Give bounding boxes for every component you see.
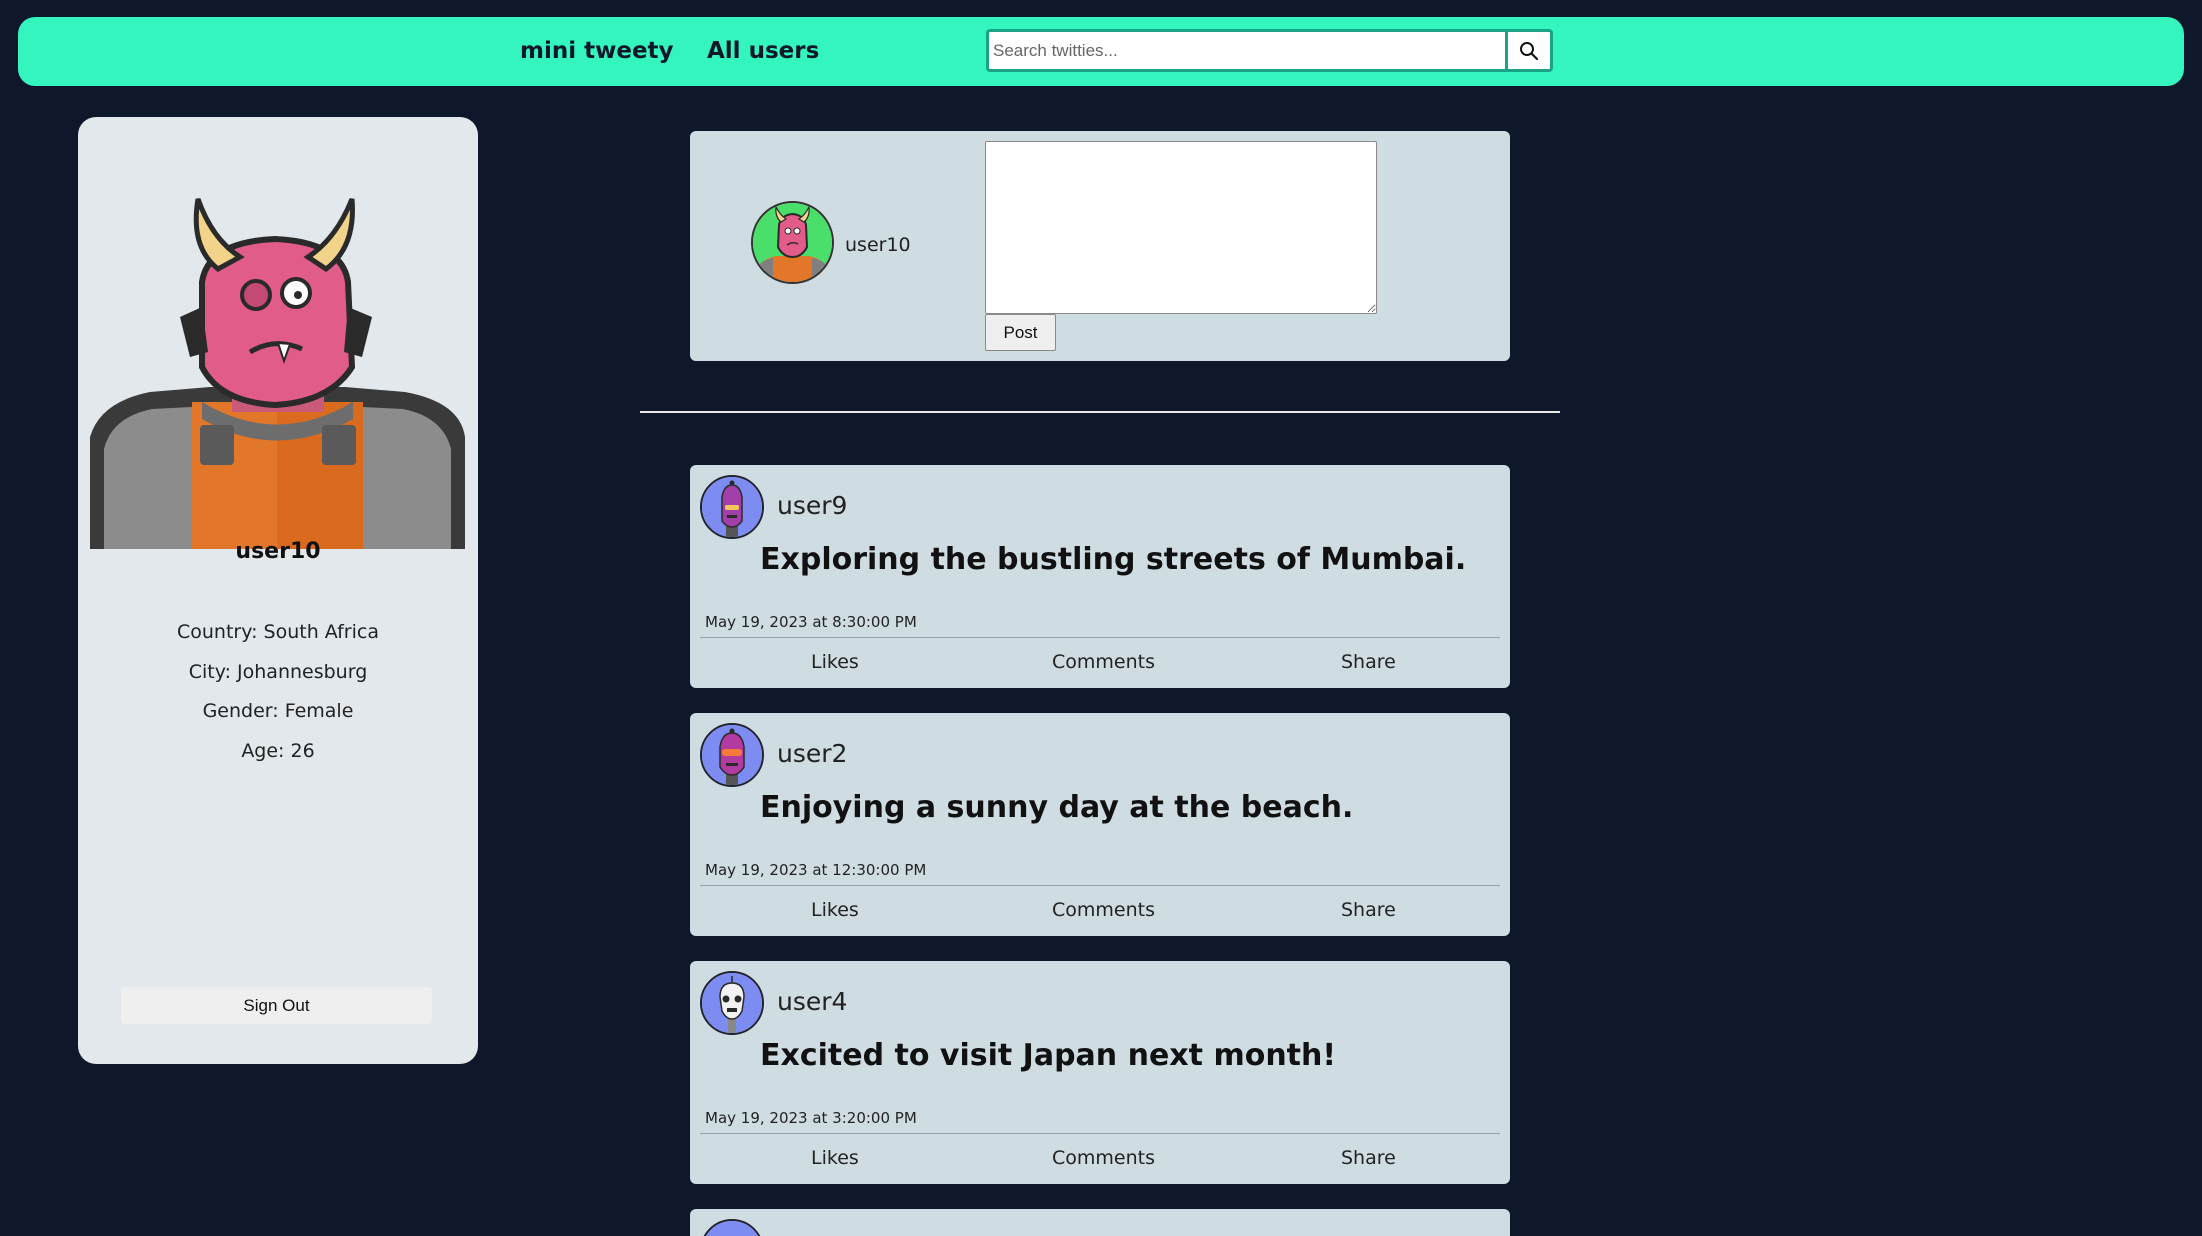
- tweet-username[interactable]: user4: [777, 987, 847, 1016]
- profile-avatar: [90, 187, 465, 549]
- sign-out-button[interactable]: Sign Out: [121, 987, 432, 1024]
- demon-robot-avatar-icon: [90, 198, 465, 549]
- tweet-divider: [700, 637, 1500, 638]
- profile-gender: Gender: Female: [202, 700, 354, 722]
- comments-button[interactable]: Comments: [1052, 651, 1155, 673]
- tweet-avatar[interactable]: [700, 971, 764, 1035]
- share-button[interactable]: Share: [1341, 651, 1396, 673]
- brand-link[interactable]: mini tweety: [520, 38, 674, 64]
- purple-robot-avatar-icon: [702, 725, 762, 785]
- likes-button[interactable]: Likes: [811, 651, 859, 673]
- tweet-composer: user10 Post: [690, 131, 1510, 361]
- comments-button[interactable]: Comments: [1052, 1147, 1155, 1169]
- share-button[interactable]: Share: [1341, 899, 1396, 921]
- tweet-avatar[interactable]: [700, 723, 764, 787]
- post-button[interactable]: Post: [985, 314, 1056, 351]
- tweet-card: user2 Enjoying a sunny day at the beach.…: [690, 713, 1510, 936]
- purple-robot-avatar-icon: [702, 477, 762, 537]
- tweet-feed: user9 Exploring the bustling streets of …: [690, 465, 1510, 1236]
- tweet-username[interactable]: user9: [777, 491, 847, 520]
- robot-avatar-icon: [702, 1221, 762, 1236]
- profile-age: Age: 26: [241, 739, 315, 762]
- search-icon: [1520, 41, 1539, 60]
- app-root: mini tweety All users Search twitties...…: [0, 0, 2202, 1236]
- comments-button[interactable]: Comments: [1052, 899, 1155, 921]
- search-button[interactable]: [1505, 29, 1553, 72]
- likes-button[interactable]: Likes: [811, 1147, 859, 1169]
- tweet-text: Exploring the bustling streets of Mumbai…: [760, 542, 1467, 577]
- feed-divider: [640, 411, 1560, 413]
- tweet-card: user4 Excited to visit Japan next month!…: [690, 961, 1510, 1184]
- profile-card: user10 Country: South Africa City: Johan…: [78, 117, 478, 1064]
- composer-username: user10: [845, 234, 911, 256]
- navbar: mini tweety All users: [18, 17, 2184, 86]
- demon-robot-avatar-icon: [753, 203, 832, 282]
- profile-info: Country: South Africa City: Johannesburg…: [78, 621, 478, 779]
- tweet-avatar[interactable]: [700, 475, 764, 539]
- tweet-timestamp: May 19, 2023 at 12:30:00 PM: [705, 861, 927, 879]
- profile-city: City: Johannesburg: [188, 660, 368, 683]
- likes-button[interactable]: Likes: [811, 899, 859, 921]
- tweet-text: Excited to visit Japan next month!: [760, 1038, 1337, 1073]
- composer-avatar: [751, 201, 834, 284]
- tweet-timestamp: May 19, 2023 at 8:30:00 PM: [705, 613, 917, 631]
- search-input[interactable]: [986, 29, 1506, 72]
- tweet-card: [690, 1209, 1510, 1236]
- tweet-textarea[interactable]: [985, 141, 1377, 314]
- tweet-text: Enjoying a sunny day at the beach.: [760, 790, 1354, 825]
- profile-country: Country: South Africa: [177, 621, 379, 643]
- tweet-divider: [700, 885, 1500, 886]
- tweet-divider: [700, 1133, 1500, 1134]
- profile-username: user10: [235, 539, 321, 564]
- tweet-username[interactable]: user2: [777, 739, 847, 768]
- tweet-avatar[interactable]: [700, 1219, 764, 1236]
- share-button[interactable]: Share: [1341, 1147, 1396, 1169]
- skull-robot-avatar-icon: [702, 973, 762, 1033]
- tweet-card: user9 Exploring the bustling streets of …: [690, 465, 1510, 688]
- all-users-link[interactable]: All users: [707, 38, 819, 64]
- tweet-timestamp: May 19, 2023 at 3:20:00 PM: [705, 1109, 917, 1127]
